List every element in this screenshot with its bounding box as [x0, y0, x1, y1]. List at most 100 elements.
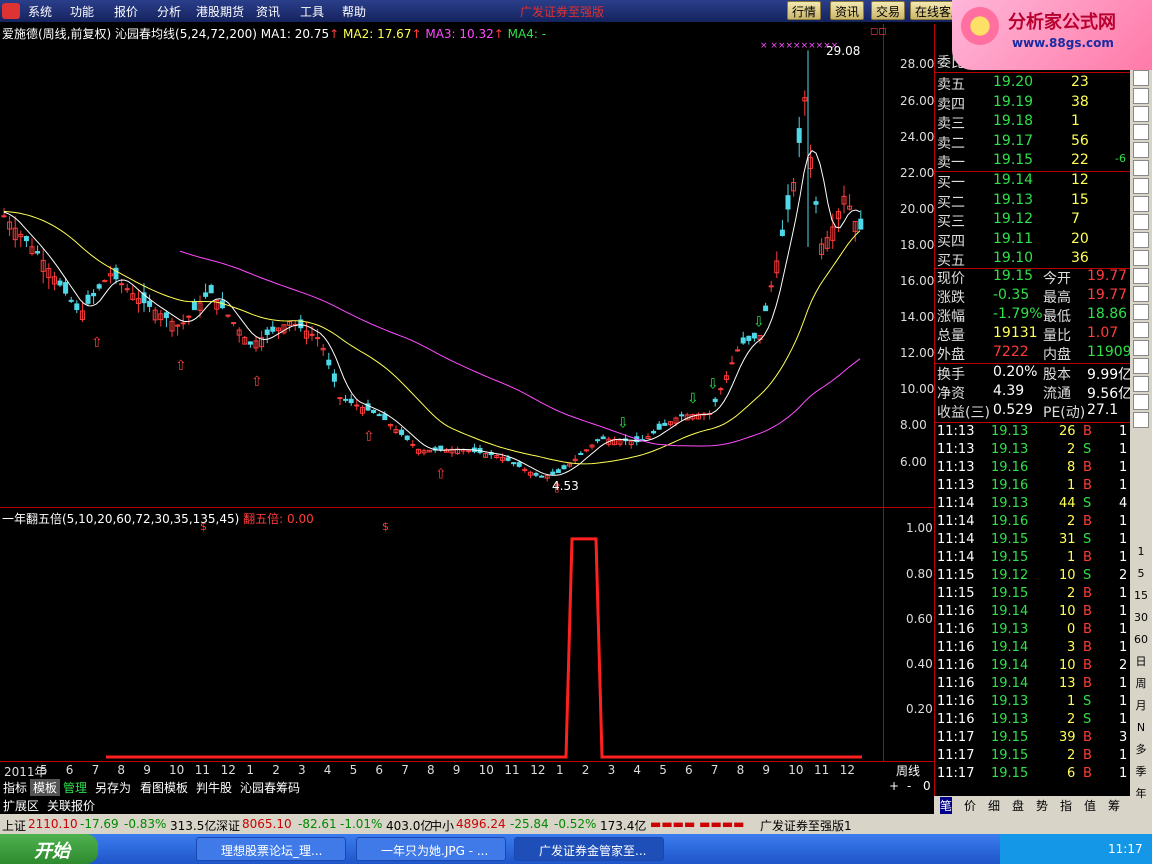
- sell-row[interactable]: 卖五 19.20 23: [937, 74, 1131, 93]
- task-image[interactable]: 一年只为她.JPG - ...: [356, 837, 506, 861]
- tab-trades[interactable]: 笔: [940, 797, 953, 814]
- grid-icon[interactable]: [1133, 70, 1149, 86]
- tab-trend[interactable]: 势: [1036, 797, 1048, 814]
- menu-system[interactable]: 系统: [28, 3, 52, 20]
- line2-icon[interactable]: [1133, 340, 1149, 356]
- sell-change: -6: [1115, 152, 1126, 165]
- f10-icon[interactable]: [1133, 196, 1149, 212]
- tab-save-as[interactable]: 另存为: [92, 779, 134, 796]
- task-broker[interactable]: 广发证券金管家至...: [514, 837, 664, 861]
- info-button[interactable]: 资讯: [830, 1, 865, 20]
- candle-body: [539, 475, 545, 478]
- tab-view-template[interactable]: 看图模板: [137, 779, 191, 796]
- sell-row[interactable]: 卖四 19.19 38: [937, 94, 1131, 113]
- quote-label: 量比: [1043, 328, 1071, 344]
- bars-icon[interactable]: [1133, 106, 1149, 122]
- menu-analysis[interactable]: 分析: [157, 3, 181, 20]
- doc-icon[interactable]: [1133, 88, 1149, 104]
- tab-index[interactable]: 指: [1060, 797, 1072, 814]
- menu-function[interactable]: 功能: [70, 3, 94, 20]
- tab-chip[interactable]: 沁园春筹码: [237, 779, 303, 796]
- buy-row[interactable]: 买一 19.14 12: [937, 172, 1131, 191]
- price-tick: 26.00: [900, 94, 935, 108]
- period-0-button[interactable]: 1: [1133, 544, 1149, 560]
- tab-value[interactable]: 值: [1084, 797, 1096, 814]
- search-icon[interactable]: [1133, 286, 1149, 302]
- period-1-button[interactable]: 5: [1133, 566, 1149, 582]
- menu-info[interactable]: 资讯: [256, 3, 280, 20]
- zoom-out-button[interactable]: -: [904, 779, 914, 793]
- menu-hk-futures[interactable]: 港股期货: [196, 3, 244, 20]
- zx-percent: -0.52%: [554, 817, 597, 831]
- quote-value: 18.86: [1087, 306, 1128, 322]
- period-8-button[interactable]: N: [1133, 720, 1149, 736]
- trade-button[interactable]: 交易: [871, 1, 906, 20]
- pencil-icon[interactable]: [1133, 376, 1149, 392]
- period-6-button[interactable]: 周: [1133, 676, 1149, 692]
- tab-disk[interactable]: 盘: [1012, 797, 1024, 814]
- candle-body: [578, 453, 584, 456]
- quote-label: 现价: [937, 271, 965, 287]
- period-2-button[interactable]: 15: [1133, 588, 1149, 604]
- flag-icon[interactable]: [1133, 232, 1149, 248]
- tab-extension[interactable]: 扩展区: [0, 797, 42, 814]
- pie-icon[interactable]: [1133, 142, 1149, 158]
- period-9-button[interactable]: 多: [1133, 742, 1149, 758]
- sz-amount: 403.0亿: [386, 819, 433, 833]
- tab-indicator[interactable]: 指标: [0, 779, 30, 796]
- tab-price[interactable]: 价: [964, 797, 976, 814]
- candle-body: [231, 322, 237, 325]
- period-10-button[interactable]: 季: [1133, 764, 1149, 780]
- help-icon[interactable]: [1133, 412, 1149, 428]
- f3-icon[interactable]: [1133, 268, 1149, 284]
- fs-icon[interactable]: [1133, 394, 1149, 410]
- tab-related-quote[interactable]: 关联报价: [44, 797, 98, 814]
- menu-help[interactable]: 帮助: [342, 3, 366, 20]
- f2-icon[interactable]: [1133, 250, 1149, 266]
- period-7-button[interactable]: 月: [1133, 698, 1149, 714]
- tab-template[interactable]: 模板: [30, 779, 61, 796]
- quote-button[interactable]: 行情: [787, 1, 822, 20]
- buy-row[interactable]: 买三 19.12 7: [937, 211, 1131, 230]
- line-icon[interactable]: [1133, 160, 1149, 176]
- tick-price: 19.13: [991, 712, 1029, 727]
- kline-chart-area[interactable]: ⇧ ⇧ ⇧ ⇧ ⇧ ⇧ ⇩ ⇩ ⇩ ⇩ $ $ × ×××××××××: [0, 24, 884, 762]
- period-4-button[interactable]: 60: [1133, 632, 1149, 648]
- period-label[interactable]: 周线: [896, 762, 920, 779]
- candle-body: [595, 439, 601, 442]
- f-icon[interactable]: [1133, 214, 1149, 230]
- candle-icon[interactable]: [1133, 178, 1149, 194]
- reset-button[interactable]: 0: [920, 779, 934, 793]
- date-tick: 5: [40, 763, 48, 777]
- arrows-icon[interactable]: [1133, 358, 1149, 374]
- tab-detail[interactable]: 细: [988, 797, 1000, 814]
- tick-volume: 1: [1067, 478, 1076, 493]
- tab-chips[interactable]: 筹: [1108, 797, 1120, 814]
- start-button[interactable]: 开始: [0, 834, 98, 864]
- sell-row[interactable]: 卖三 19.18 1: [937, 113, 1131, 132]
- zoom-in-button[interactable]: +: [886, 779, 902, 793]
- tick-time: 11:14: [937, 514, 975, 529]
- menu-tools[interactable]: 工具: [300, 3, 324, 20]
- tick-volume: 8: [1067, 460, 1076, 475]
- tick-time: 11:16: [937, 658, 975, 673]
- buy-row[interactable]: 买四 19.11 20: [937, 231, 1131, 250]
- period-3-button[interactable]: 30: [1133, 610, 1149, 626]
- menu-quote[interactable]: 报价: [114, 3, 138, 20]
- rsi-icon[interactable]: [1133, 322, 1149, 338]
- period-5-button[interactable]: 日: [1133, 654, 1149, 670]
- buy-arrow-icon: ⇧: [363, 429, 375, 445]
- chart-close-icon[interactable]: ◻◻: [870, 26, 887, 37]
- bars2-icon[interactable]: [1133, 304, 1149, 320]
- period-11-button[interactable]: 年: [1133, 786, 1149, 802]
- sell-row[interactable]: 卖一 19.15 22 -6: [937, 152, 1131, 171]
- fund-value: 27.1: [1087, 402, 1119, 418]
- tab-manage[interactable]: 管理: [60, 779, 90, 796]
- buy-row[interactable]: 买五 19.10 36: [937, 250, 1131, 269]
- buy-row[interactable]: 买二 19.13 15: [937, 192, 1131, 211]
- candle-body: [376, 414, 382, 417]
- sell-row[interactable]: 卖二 19.17 56: [937, 133, 1131, 152]
- task-forum[interactable]: 理想股票论坛_理...: [196, 837, 346, 861]
- tab-bull-stock[interactable]: 判牛股: [193, 779, 235, 796]
- table-icon[interactable]: [1133, 124, 1149, 140]
